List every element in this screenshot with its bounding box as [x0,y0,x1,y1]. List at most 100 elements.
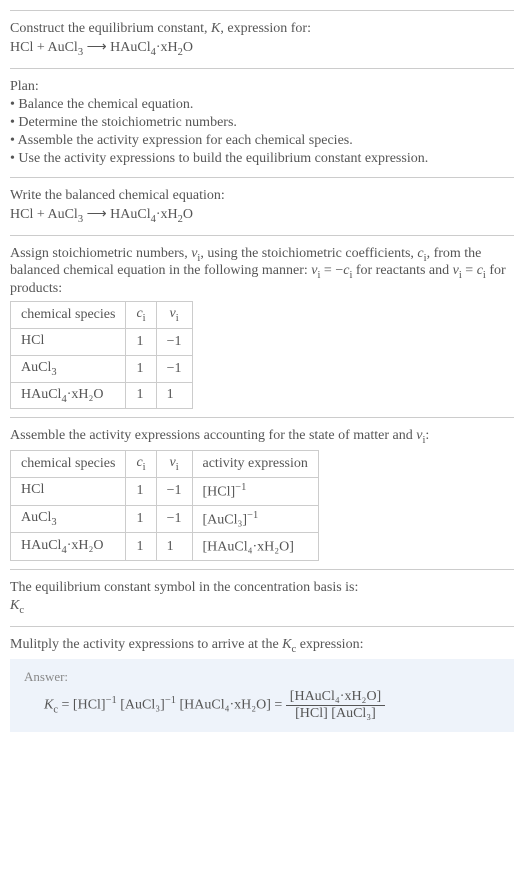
sp: AuCl [21,360,51,375]
species-cell: HCl [11,328,126,355]
intro-prefix: Assemble the activity expressions accoun… [10,428,416,443]
mult-prefix: Mulitply the activity expressions to arr… [10,637,282,652]
plus-sign: + [33,207,47,222]
table-row: AuCl3 1 −1 [AuCl₃]−1 [11,505,319,533]
section-plan: Plan: • Balance the chemical equation. •… [10,68,514,177]
arrow: ⟶ [83,40,110,55]
activity-table: chemical species ci νi activity expressi… [10,450,319,561]
c-cell: 1 [126,328,156,355]
plan-bullet: • Balance the chemical equation. [10,97,514,113]
product: HAuCl [110,40,150,55]
plus-sign: + [33,40,47,55]
section-activity: Assemble the activity expressions accoun… [10,417,514,569]
c-cell: 1 [126,477,156,505]
product-mid: ·xH [156,207,178,222]
table-row: HCl 1 −1 [HCl]−1 [11,477,319,505]
reaction-balanced: HCl + AuCl3 ⟶ HAuCl4·xH2O [10,206,514,225]
header-suffix: , expression for: [220,21,311,36]
act-sup: −1 [235,482,246,493]
fraction: [HAuCl₄·xH₂O][HCl] [AuCl₃] [286,689,385,722]
term1-sup: −1 [106,695,117,706]
term3: [HAuCl₄·xH₂O] = [176,697,286,712]
table-row: AuCl3 1 −1 [11,355,193,382]
table-header-row: chemical species ci νi activity expressi… [11,451,319,478]
act-sup: −1 [247,510,258,521]
plan-bullet: • Determine the stoichiometric numbers. [10,115,514,131]
c-h-sub: i [143,313,146,324]
answer-block: Answer: Kc = [HCl]−1 [AuCl₃]−1 [HAuCl₄·x… [10,659,514,732]
plan-bullet: • Use the activity expressions to build … [10,151,514,167]
product-mid: ·xH [156,40,178,55]
c-h-sub: i [143,462,146,473]
sp: AuCl [21,510,51,525]
nu-h-sub: i [176,462,179,473]
sp: HAuCl [21,538,61,553]
reaction-unbalanced: HCl + AuCl3 ⟶ HAuCl4·xH2O [10,39,514,58]
col-ci: ci [126,302,156,329]
arrow: ⟶ [83,207,110,222]
sp: HCl [21,482,44,497]
header-line: Construct the equilibrium constant, K, e… [10,21,514,37]
equals: = [58,697,73,712]
species-cell: HAuCl4·xH₂O [11,382,126,409]
section-assign: Assign stoichiometric numbers, νi, using… [10,235,514,418]
sp: HAuCl [21,387,61,402]
kc-sub: c [19,605,24,616]
plan-bullet: • Assemble the activity expression for e… [10,133,514,149]
species-cell: HAuCl4·xH₂O [11,533,126,561]
assign-t: for reactants and [352,263,452,278]
table-row: HAuCl4·xH₂O 1 1 [HAuCl₄·xH₂O] [11,533,319,561]
term1: [HCl] [73,697,106,712]
col-ci: ci [126,451,156,478]
kc: K [282,637,291,652]
kc: K [44,697,53,712]
v-cell: −1 [156,328,192,355]
assign-text: Assign stoichiometric numbers, νi, using… [10,246,514,298]
sp-tail: ·xH₂O [67,538,104,553]
intro-suffix: : [425,428,429,443]
act: [HAuCl₄·xH₂O] [203,540,294,555]
header-K: K [211,21,220,36]
sp-sub: 3 [51,367,56,378]
species-cell: AuCl3 [11,355,126,382]
term2: [AuCl₃] [117,697,165,712]
act: [AuCl₃] [203,512,248,527]
balanced-title: Write the balanced chemical equation: [10,188,514,204]
reactant-2: AuCl [47,40,77,55]
section-multiply: Mulitply the activity expressions to arr… [10,626,514,740]
v-cell: 1 [156,382,192,409]
eq: = [462,263,477,278]
v-cell: −1 [156,505,192,533]
species-cell: AuCl3 [11,505,126,533]
col-activity: activity expression [192,451,318,478]
denominator: [HCl] [AuCl₃] [286,706,385,722]
reactant-2: AuCl [47,207,77,222]
multiply-line: Mulitply the activity expressions to arr… [10,637,514,655]
sp-sub: 3 [51,517,56,528]
reactant-1: HCl [10,40,33,55]
section-balanced: Write the balanced chemical equation: HC… [10,177,514,235]
eq: = − [320,263,343,278]
v-cell: −1 [156,355,192,382]
product-end: O [183,40,193,55]
c-cell: 1 [126,533,156,561]
answer-expression: Kc = [HCl]−1 [AuCl₃]−1 [HAuCl₄·xH₂O] = [… [24,689,500,722]
product-end: O [183,207,193,222]
table-row: HAuCl4·xH₂O 1 1 [11,382,193,409]
kc: K [10,598,19,613]
reactant-1: HCl [10,207,33,222]
table-row: HCl 1 −1 [11,328,193,355]
act-cell: [HCl]−1 [192,477,318,505]
answer-label: Answer: [24,669,500,685]
col-vi: νi [156,302,192,329]
nu-h-sub: i [176,313,179,324]
act: [HCl] [203,485,236,500]
col-species: chemical species [11,302,126,329]
numerator: [HAuCl₄·xH₂O] [286,689,385,706]
species-cell: HCl [11,477,126,505]
product: HAuCl [110,207,150,222]
activity-intro: Assemble the activity expressions accoun… [10,428,514,446]
v-cell: −1 [156,477,192,505]
sp: HCl [21,333,44,348]
act-cell: [HAuCl₄·xH₂O] [192,533,318,561]
